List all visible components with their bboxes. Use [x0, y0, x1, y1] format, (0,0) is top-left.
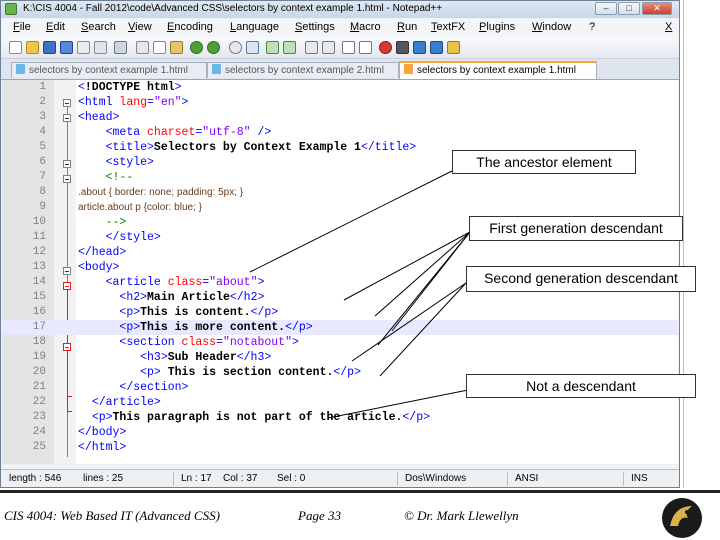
second-gen-connector-h3	[351, 282, 467, 362]
footer-page: Page 33	[298, 508, 341, 523]
callout-first-generation: First generation descendant	[469, 216, 683, 241]
callout-connector-lines	[249, 169, 471, 419]
ucf-logo	[662, 498, 702, 538]
callout-not-descendant: Not a descendant	[466, 374, 696, 398]
footer-course: CIS 4004: Web Based IT (Advanced CSS)	[4, 508, 220, 523]
first-gen-connector-h2	[343, 231, 471, 301]
footer-author: © Dr. Mark Llewellyn	[404, 508, 519, 523]
slide-footer: CIS 4004: Web Based IT (Advanced CSS) Pa…	[0, 490, 720, 540]
callout-ancestor: The ancestor element	[452, 150, 636, 174]
footer-rule	[0, 490, 720, 493]
first-gen-connector-p1	[374, 231, 471, 317]
not-descendant-connector	[327, 389, 469, 419]
callout-second-generation: Second generation descendant	[466, 266, 696, 292]
